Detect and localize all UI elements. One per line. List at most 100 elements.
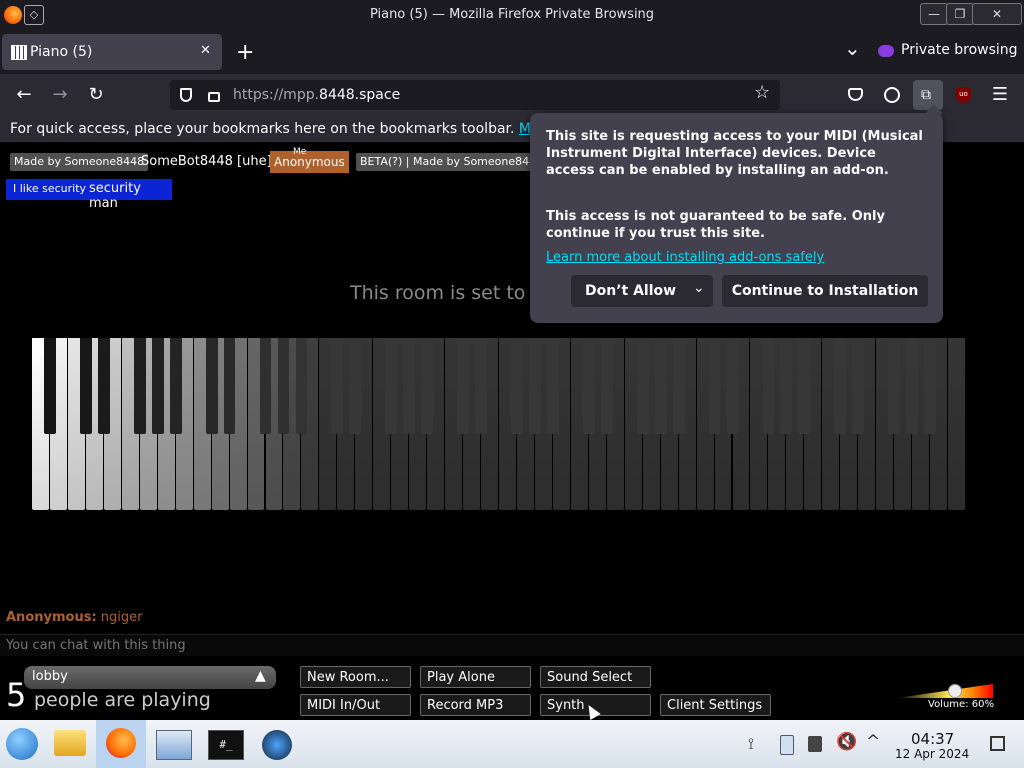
- piano-black-key[interactable]: [421, 338, 434, 434]
- play-alone-button[interactable]: Play Alone: [420, 666, 531, 688]
- piano-black-key[interactable]: [133, 338, 146, 434]
- back-button[interactable]: ←: [9, 80, 39, 110]
- piano-black-key[interactable]: [349, 338, 362, 434]
- bookmarks-hint-text: For quick access, place your bookmarks h…: [10, 121, 519, 137]
- piano-black-key[interactable]: [44, 338, 56, 434]
- piano-black-key[interactable]: [277, 338, 290, 434]
- piano-black-key[interactable]: [852, 338, 865, 434]
- continue-installation-button[interactable]: Continue to Installation: [722, 275, 928, 307]
- chat-input[interactable]: [0, 634, 1024, 656]
- piano-black-key[interactable]: [726, 338, 739, 434]
- account-icon[interactable]: [884, 87, 900, 103]
- dont-allow-dropdown-icon[interactable]: ⌄: [693, 272, 705, 304]
- piano-black-key[interactable]: [331, 338, 344, 434]
- user-badge: BETA(?) | Made by Someone8448: [356, 153, 548, 171]
- piano-black-key[interactable]: [708, 338, 721, 434]
- url-text[interactable]: https://mpp.8448.space: [233, 80, 400, 110]
- close-window-button[interactable]: ✕: [972, 3, 1022, 25]
- bookmark-star-icon[interactable]: ☆: [754, 82, 770, 103]
- midi-in-out-button[interactable]: MIDI In/Out: [300, 694, 411, 716]
- popup-warning: This access is not guaranteed to be safe…: [546, 209, 885, 241]
- user-anonymous-me[interactable]: Me Anonymous: [270, 147, 349, 173]
- taskbar: #_ ⟟ 🔇 ^ 04:37 12 Apr 2024: [0, 720, 1024, 768]
- app-globe-icon[interactable]: [262, 730, 292, 760]
- piano-black-key[interactable]: [600, 338, 613, 434]
- piano-black-key[interactable]: [259, 338, 272, 434]
- piano-black-key[interactable]: [385, 338, 398, 434]
- list-all-tabs-icon[interactable]: ⌄: [844, 36, 861, 60]
- new-tab-button[interactable]: +: [236, 40, 254, 65]
- sound-select-button[interactable]: Sound Select: [540, 666, 651, 688]
- app-menu-button[interactable]: ☰: [985, 80, 1015, 110]
- network-icon[interactable]: ⟟: [748, 734, 754, 754]
- lock-icon[interactable]: [208, 92, 220, 102]
- piano-black-key[interactable]: [636, 338, 649, 434]
- piano-black-key[interactable]: [582, 338, 595, 434]
- piano-black-key[interactable]: [834, 338, 847, 434]
- piano-black-key[interactable]: [762, 338, 775, 434]
- close-tab-icon[interactable]: ✕: [200, 43, 211, 58]
- piano-black-key[interactable]: [780, 338, 793, 434]
- ublock-origin-icon[interactable]: uo: [956, 87, 971, 103]
- piano-black-key[interactable]: [529, 338, 541, 434]
- piano-black-key[interactable]: [97, 338, 110, 434]
- extensions-button[interactable]: ⧉: [913, 80, 943, 110]
- terminal-label: #_: [219, 738, 233, 751]
- clock-time[interactable]: 04:37: [911, 730, 954, 748]
- piano-black-key[interactable]: [511, 338, 523, 434]
- battery-icon[interactable]: [808, 736, 822, 752]
- show-hidden-icons-chevron-up-icon[interactable]: ^: [866, 732, 880, 752]
- piano-black-key[interactable]: [223, 338, 236, 434]
- popup-message: This site is requesting access to your M…: [546, 129, 923, 178]
- client-settings-button[interactable]: Client Settings: [660, 694, 771, 716]
- show-desktop-icon[interactable]: [990, 736, 1005, 751]
- volume-muted-icon[interactable]: 🔇: [836, 732, 857, 752]
- user-badge: I like security: [13, 182, 87, 195]
- piano-keyboard[interactable]: [32, 338, 966, 510]
- forward-button[interactable]: →: [45, 80, 75, 110]
- piano-black-key[interactable]: [457, 338, 469, 434]
- volume-track: [897, 684, 993, 698]
- piano-black-key[interactable]: [924, 338, 936, 434]
- clock-date[interactable]: 12 Apr 2024: [895, 747, 969, 761]
- control-panel-icon[interactable]: [156, 730, 192, 760]
- clipboard-icon[interactable]: [780, 735, 794, 755]
- room-selector[interactable]: lobby ▲: [24, 666, 276, 689]
- url-domain: 8448.space: [319, 87, 401, 103]
- volume-knob[interactable]: [948, 684, 962, 698]
- user-name[interactable]: SomeBot8448 [uhe]: [141, 154, 272, 169]
- url-bar[interactable]: https://mpp.8448.space ☆: [170, 80, 780, 110]
- piano-black-key[interactable]: [906, 338, 919, 434]
- tab-piano[interactable]: Piano (5) ✕: [2, 34, 222, 70]
- start-button-icon[interactable]: [6, 728, 38, 760]
- window-title: Piano (5) — Mozilla Firefox Private Brow…: [369, 7, 655, 22]
- terminal-icon[interactable]: #_: [208, 730, 244, 760]
- chat-message: Anonymous: ngiger: [6, 610, 143, 625]
- file-manager-icon[interactable]: [54, 730, 86, 756]
- piano-black-key[interactable]: [798, 338, 811, 434]
- piano-black-key[interactable]: [205, 338, 218, 434]
- tracking-shield-icon[interactable]: [180, 88, 192, 102]
- record-mp3-button[interactable]: Record MP3: [420, 694, 531, 716]
- piano-black-key[interactable]: [654, 338, 667, 434]
- piano-black-key[interactable]: [475, 338, 487, 434]
- piano-black-key[interactable]: [888, 338, 901, 434]
- taskbar-firefox-active[interactable]: [96, 720, 146, 768]
- reload-button[interactable]: ↻: [81, 80, 111, 110]
- piano-black-key[interactable]: [546, 338, 559, 434]
- learn-more-link[interactable]: Learn more about installing add-ons safe…: [546, 250, 824, 265]
- minimize-button[interactable]: —: [920, 3, 948, 25]
- dont-allow-button[interactable]: Don’t Allow ⌄: [571, 275, 713, 307]
- piano-black-key[interactable]: [169, 338, 182, 434]
- piano-black-key[interactable]: [403, 338, 416, 434]
- piano-black-key[interactable]: [151, 338, 164, 434]
- new-room-button[interactable]: New Room...: [300, 666, 411, 688]
- piano-black-key[interactable]: [295, 338, 308, 434]
- piano-black-key[interactable]: [672, 338, 685, 434]
- volume-slider[interactable]: [897, 684, 993, 698]
- restore-button[interactable]: ❐: [946, 3, 974, 25]
- piano-white-key[interactable]: [948, 338, 965, 510]
- piano-black-key[interactable]: [79, 338, 92, 434]
- room-expand-icon[interactable]: ▲: [255, 668, 266, 684]
- user-security-man[interactable]: I like security security man: [6, 179, 172, 211]
